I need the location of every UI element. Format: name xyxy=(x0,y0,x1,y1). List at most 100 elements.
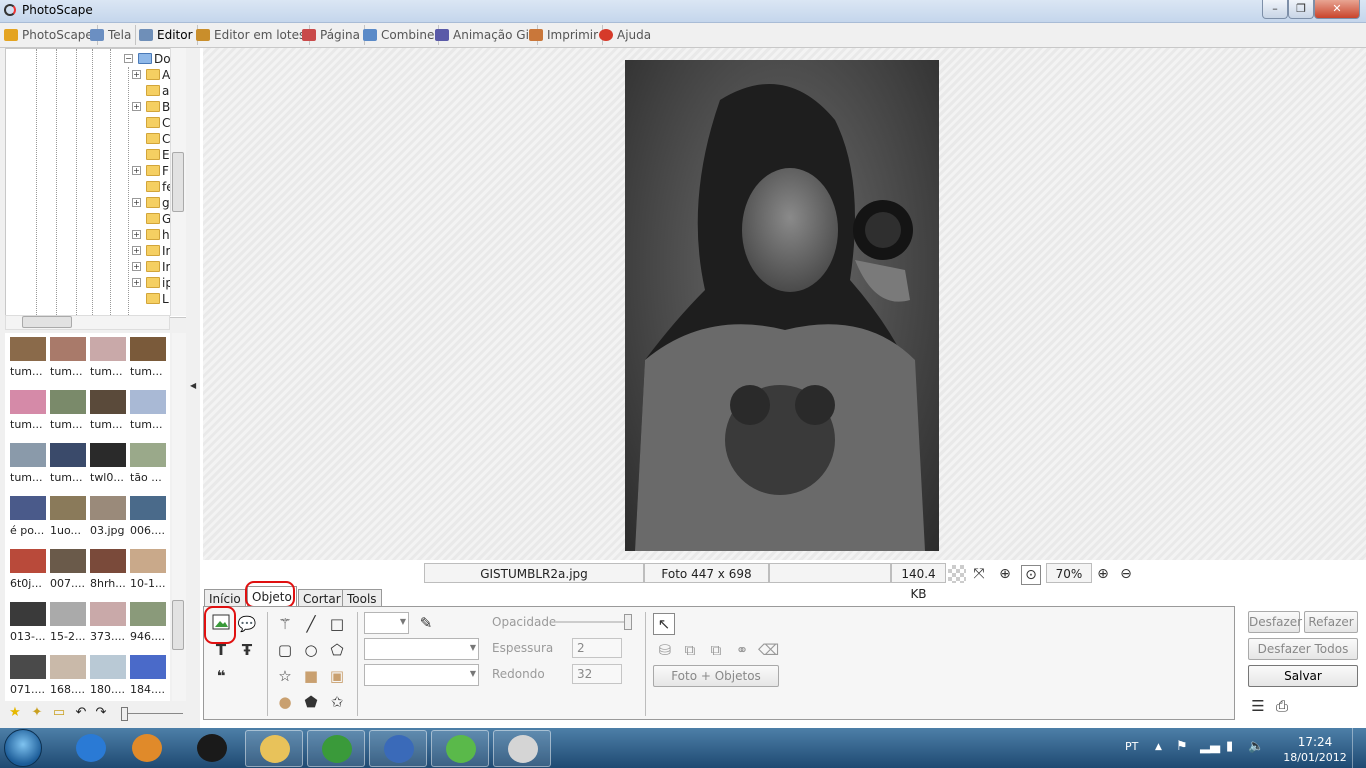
tab-tools[interactable]: Tools xyxy=(342,589,382,607)
thumbnail-image[interactable] xyxy=(130,443,166,467)
photo-objects-button[interactable]: Foto + Objetos xyxy=(653,665,779,687)
thumbnail-image[interactable] xyxy=(50,549,86,573)
thumbnail-caption[interactable]: tum... xyxy=(50,471,90,484)
zoom-out-icon[interactable]: ⊖ xyxy=(1117,565,1135,583)
filled-rect-icon[interactable]: ■ xyxy=(301,666,321,686)
expand-icon[interactable]: + xyxy=(132,166,141,175)
filled-rounded-rect-icon[interactable]: ▣ xyxy=(327,666,347,686)
quote-icon[interactable]: ❝ xyxy=(211,666,231,686)
panel-splitter[interactable]: ◀ xyxy=(186,48,200,728)
thumbnail-caption[interactable]: 373.... xyxy=(90,630,130,643)
taskbar-app-messenger[interactable] xyxy=(431,730,489,767)
thumbnail-caption[interactable]: tão ... xyxy=(130,471,170,484)
thumbnail-caption[interactable]: 03.jpg xyxy=(90,524,130,537)
taskbar-app-chrome[interactable] xyxy=(307,730,365,767)
menu-tab-imprimir[interactable]: Imprimir xyxy=(525,25,604,45)
maximize-button[interactable]: ❐ xyxy=(1288,0,1314,19)
taskbar-app-internet-explorer[interactable] xyxy=(62,730,120,767)
tab-cortar[interactable]: Cortar xyxy=(298,589,346,607)
group-icon[interactable]: ⚭ xyxy=(732,640,752,660)
thumbnail-caption[interactable]: tum... xyxy=(130,365,170,378)
circle-icon[interactable]: ○ xyxy=(301,640,321,660)
language-indicator[interactable]: PT xyxy=(1125,740,1138,753)
battery-icon[interactable]: ▮ xyxy=(1226,739,1233,754)
taskbar-app-office-manager[interactable] xyxy=(369,730,427,767)
thumbnail-image[interactable] xyxy=(90,390,126,414)
expand-icon[interactable]: + xyxy=(132,278,141,287)
thumbnail-image[interactable] xyxy=(130,496,166,520)
show-desktop-button[interactable] xyxy=(1352,728,1366,768)
collapse-icon[interactable]: − xyxy=(124,54,133,63)
tree-hscroll-thumb[interactable] xyxy=(22,316,72,328)
zoom-actual-icon[interactable]: ⊕ xyxy=(996,565,1014,583)
thumbnail-image[interactable] xyxy=(10,443,46,467)
thumbnail-image[interactable] xyxy=(90,443,126,467)
thumbnail-image[interactable] xyxy=(10,602,46,626)
thumbnail-image[interactable] xyxy=(10,655,46,679)
back-arrow-icon[interactable]: ↶ xyxy=(73,705,89,721)
volume-icon[interactable]: 🔈 xyxy=(1248,739,1264,754)
thumbnail-image[interactable] xyxy=(50,655,86,679)
thumbnail-image[interactable] xyxy=(90,602,126,626)
thumbnail-caption[interactable]: 1uo... xyxy=(50,524,90,537)
zoom-in-icon[interactable]: ⊕ xyxy=(1094,565,1112,583)
thumbnail-caption[interactable]: 946.... xyxy=(130,630,170,643)
expand-icon[interactable]: + xyxy=(132,102,141,111)
clock-time[interactable]: 17:24 xyxy=(1290,735,1340,749)
folder-open-icon[interactable]: ▭ xyxy=(51,705,67,721)
thumbnail-image[interactable] xyxy=(130,655,166,679)
expand-icon[interactable]: + xyxy=(132,230,141,239)
thumbnail-caption[interactable]: 013-... xyxy=(10,630,50,643)
menu-tab-editor-em-lotes[interactable]: Editor em lotes xyxy=(192,25,311,45)
send-back-icon[interactable]: ⧉ xyxy=(706,640,726,660)
taskbar-app-hp[interactable] xyxy=(183,730,241,767)
clock-date[interactable]: 18/01/2012 xyxy=(1280,751,1350,764)
opacity-slider-track[interactable] xyxy=(555,621,630,623)
menu-tab-pagina[interactable]: Página xyxy=(298,25,365,45)
start-button[interactable] xyxy=(4,729,42,767)
menu-tab-ajuda[interactable]: Ajuda xyxy=(595,25,655,45)
tray-expand-icon[interactable]: ▲ xyxy=(1155,742,1162,752)
thumbnail-caption[interactable]: tum... xyxy=(90,418,130,431)
delete-object-icon[interactable]: ⌫ xyxy=(758,640,779,660)
expand-icon[interactable]: + xyxy=(132,246,141,255)
undo-all-button[interactable]: Desfazer Todos xyxy=(1248,638,1358,660)
color-picker-combo[interactable]: ▼ xyxy=(364,612,409,634)
layers-icon[interactable]: ☰ xyxy=(1248,696,1268,716)
thumbnail-image[interactable] xyxy=(50,443,86,467)
menu-tab-tela[interactable]: Tela xyxy=(86,25,137,45)
text-icon[interactable]: T xyxy=(211,640,231,660)
select-pointer-icon[interactable]: ↖ xyxy=(653,613,675,635)
expand-icon[interactable]: + xyxy=(132,198,141,207)
filled-circle-icon[interactable]: ● xyxy=(275,692,295,712)
fill-style-combo[interactable]: ▼ xyxy=(364,664,479,686)
thumbnail-image[interactable] xyxy=(50,390,86,414)
undo-button[interactable]: Desfazer xyxy=(1248,611,1302,633)
thumbnail-caption[interactable]: tum... xyxy=(130,418,170,431)
thumbnail-image[interactable] xyxy=(10,390,46,414)
redo-button[interactable]: Refazer xyxy=(1304,611,1358,633)
thumbnail-caption[interactable]: é po... xyxy=(10,524,50,537)
taskbar-app-explorer[interactable] xyxy=(245,730,303,767)
thumbnail-caption[interactable]: 15-2... xyxy=(50,630,90,643)
minimize-button[interactable]: – xyxy=(1262,0,1288,19)
save-button[interactable]: Salvar xyxy=(1248,665,1358,687)
thumbnail-image[interactable] xyxy=(10,496,46,520)
thumbnail-caption[interactable]: tum... xyxy=(50,365,90,378)
thumbnail-caption[interactable]: tum... xyxy=(90,365,130,378)
transparency-icon[interactable] xyxy=(948,565,966,583)
taskbar-app-photoscape[interactable] xyxy=(493,730,551,767)
speech-balloon-icon[interactable]: 💬 xyxy=(237,614,257,634)
edited-photo[interactable] xyxy=(625,60,939,551)
menu-tab-photoscape[interactable]: PhotoScape xyxy=(0,25,98,45)
bring-front-icon[interactable]: ⧉ xyxy=(680,640,700,660)
thumbnail-caption[interactable]: tum... xyxy=(10,365,50,378)
thumbnail-caption[interactable]: 006.... xyxy=(130,524,170,537)
thumbnail-caption[interactable]: twl0... xyxy=(90,471,130,484)
expand-icon[interactable]: + xyxy=(132,70,141,79)
thumbnail-caption[interactable]: 6t0j... xyxy=(10,577,50,590)
thumbnail-caption[interactable]: tum... xyxy=(50,418,90,431)
close-button[interactable]: ✕ xyxy=(1314,0,1360,19)
thumbnail-scroll-thumb[interactable] xyxy=(172,600,184,650)
menu-tab-editor[interactable]: Editor xyxy=(135,25,198,45)
